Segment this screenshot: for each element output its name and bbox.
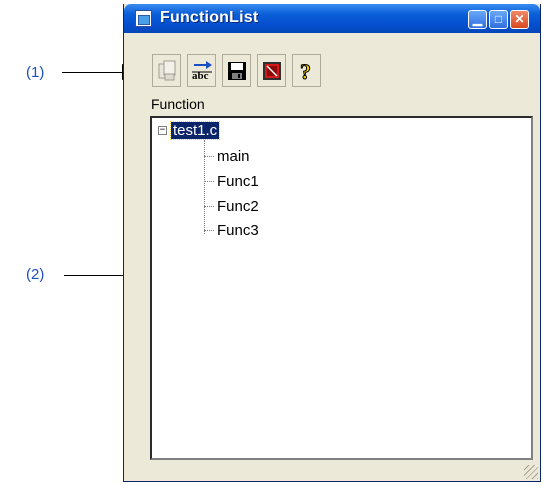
tree-item-label: Func2 (217, 198, 259, 215)
svg-text:?: ? (300, 59, 311, 83)
sort-abc-icon: abc (191, 60, 212, 82)
close-button[interactable]: ✕ (510, 10, 529, 29)
copy-icon (158, 60, 175, 80)
close-icon: ✕ (514, 12, 525, 26)
callout-2-arrow-line (64, 275, 130, 276)
save-icon (227, 61, 246, 80)
tree-item-label: Func1 (217, 173, 259, 190)
tree-root-label[interactable]: test1.c (169, 121, 221, 140)
tree-item[interactable]: Func2 (204, 198, 259, 215)
resize-grip[interactable] (524, 465, 538, 479)
setting-icon (262, 61, 281, 80)
setting-button[interactable] (257, 54, 286, 87)
help-icon: ? (299, 59, 311, 83)
function-label: Function (151, 96, 205, 112)
callout-2-label: (2) (26, 266, 45, 283)
collapse-icon[interactable]: − (158, 126, 167, 135)
callout-1-label: (1) (26, 64, 45, 81)
title-bar[interactable]: FunctionList ▁ □ ✕ (124, 4, 540, 33)
tree-item[interactable]: main (204, 148, 250, 165)
function-list-window: FunctionList ▁ □ ✕ abc ? Function − test… (123, 4, 541, 482)
tree-item[interactable]: Func1 (204, 173, 259, 190)
minimize-button[interactable]: ▁ (468, 10, 487, 29)
help-button[interactable]: ? (292, 54, 321, 87)
maximize-icon: □ (494, 12, 503, 26)
tree-item-root[interactable]: − test1.c (158, 121, 221, 140)
tree-item-label: main (217, 148, 250, 165)
maximize-button[interactable]: □ (489, 10, 508, 29)
function-tree[interactable]: − test1.c main Func1 Func2 Func3 (150, 116, 533, 460)
sort-button[interactable]: abc (187, 54, 216, 87)
function-list-app-icon (135, 10, 152, 27)
save-button[interactable] (222, 54, 251, 87)
copy-button[interactable] (152, 54, 181, 87)
tree-item-label: Func3 (217, 222, 259, 239)
tree-item[interactable]: Func3 (204, 222, 259, 239)
minimize-icon: ▁ (472, 12, 483, 26)
window-title: FunctionList (160, 9, 259, 26)
